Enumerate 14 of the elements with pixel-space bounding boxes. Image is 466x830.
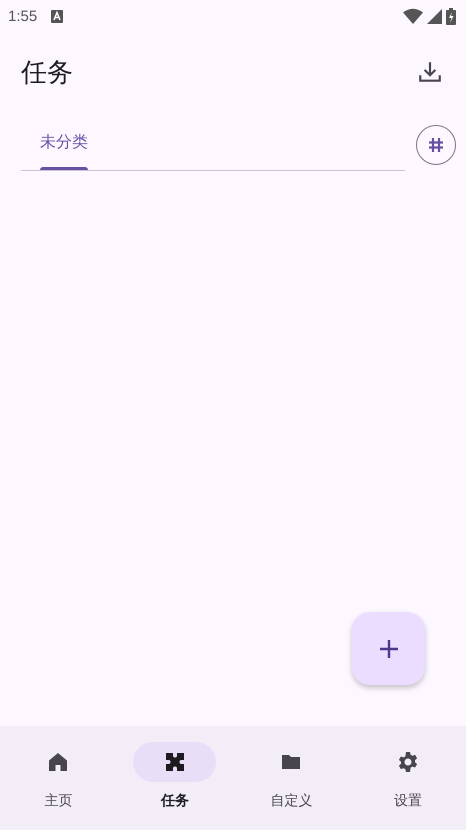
hash-icon xyxy=(427,136,445,154)
battery-icon xyxy=(446,8,456,24)
nav-item[interactable]: 任务 xyxy=(116,726,233,830)
category-tab[interactable]: 未分类 xyxy=(21,118,107,170)
keyboard-icon xyxy=(51,10,64,22)
page-title: 任务 xyxy=(21,56,74,90)
signal-icon xyxy=(427,8,442,24)
nav-item[interactable]: 自定义 xyxy=(233,726,350,830)
nav-item[interactable]: 设置 xyxy=(350,726,466,830)
status-time: 1:55 xyxy=(8,8,38,24)
nav-item[interactable]: 主页 xyxy=(0,726,116,830)
tag-button[interactable] xyxy=(416,124,456,164)
plus-icon xyxy=(380,640,398,658)
wifi-icon xyxy=(403,8,423,24)
